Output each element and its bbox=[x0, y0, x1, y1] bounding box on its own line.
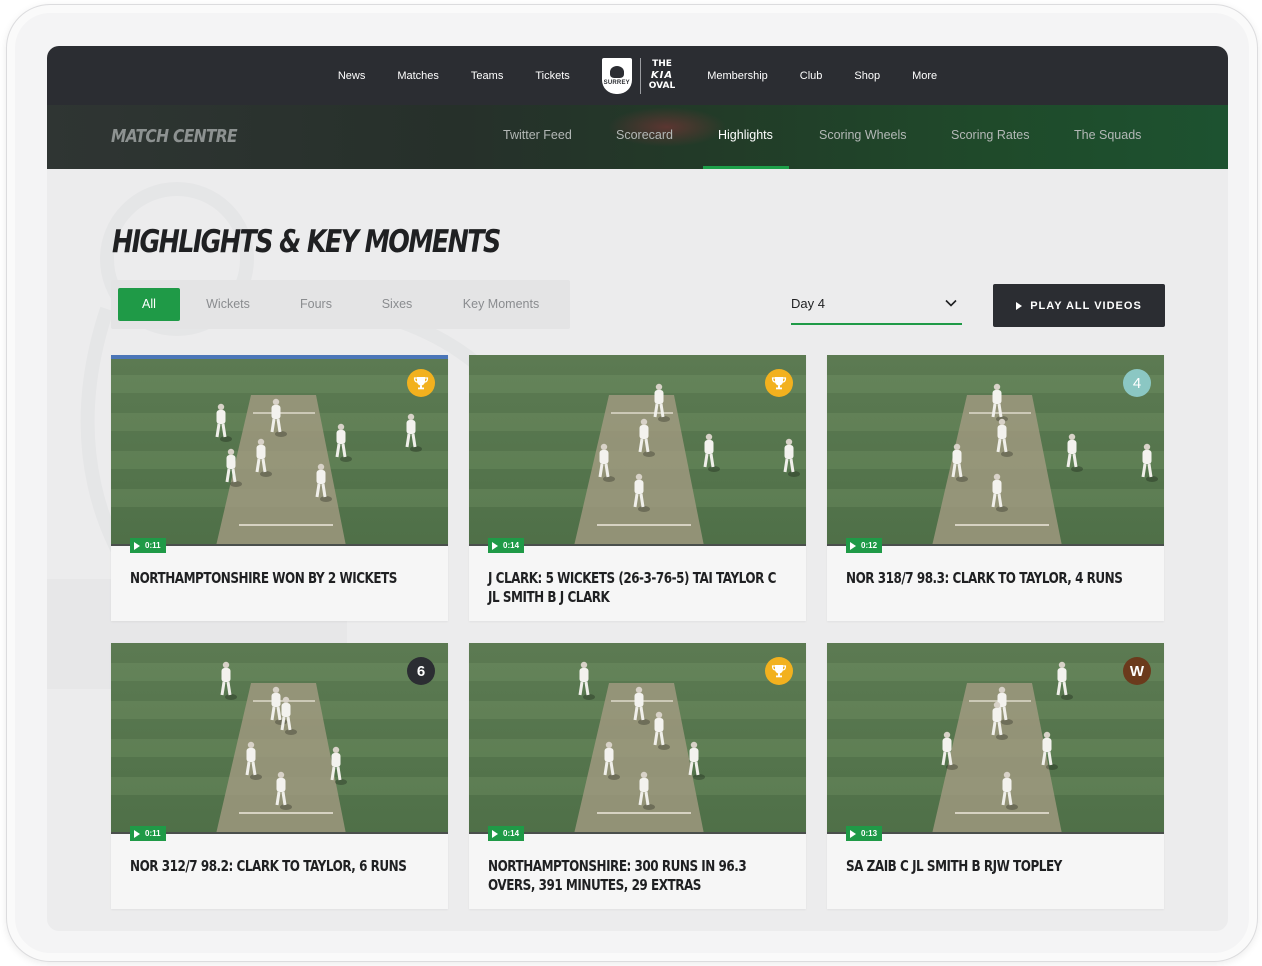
filter-wickets[interactable]: Wickets bbox=[193, 288, 263, 321]
duration-text: 0:11 bbox=[145, 829, 161, 838]
trophy-badge-icon bbox=[765, 657, 793, 685]
trophy-badge-icon bbox=[407, 369, 435, 397]
video-thumbnail[interactable] bbox=[469, 643, 806, 834]
play-icon bbox=[850, 541, 856, 550]
video-card[interactable]: 0:14 NORTHAMPTONSHIRE: 300 RUNS IN 96.3 O… bbox=[469, 643, 806, 909]
video-card[interactable]: 0:14 J CLARK: 5 WICKETS (26-3-76-5) TAI T… bbox=[469, 355, 806, 621]
video-title[interactable]: NORTHAMPTONSHIRE WON BY 2 WICKETS bbox=[130, 569, 426, 588]
video-title[interactable]: SA ZAIB C JL SMITH B RJW TOPLEY bbox=[846, 857, 1142, 876]
nav-matches[interactable]: Matches bbox=[397, 70, 439, 82]
duration-text: 0:11 bbox=[145, 541, 161, 550]
tab-scoring-wheels[interactable]: Scoring Wheels bbox=[819, 128, 907, 142]
video-card[interactable]: 4 0:12 NOR 318/7 98.3: CLARK TO TAYLOR, 4 … bbox=[827, 355, 1164, 621]
tab-the-squads[interactable]: The Squads bbox=[1074, 128, 1141, 142]
video-title[interactable]: NOR 312/7 98.2: CLARK TO TAYLOR, 6 RUNS bbox=[130, 857, 426, 876]
match-centre-title: MATCH CENTRE bbox=[111, 126, 238, 147]
screen: News Matches Teams Tickets SURREY THE KI… bbox=[47, 46, 1228, 931]
tab-scorecard[interactable]: Scorecard bbox=[616, 128, 673, 142]
video-card[interactable]: 6 0:11 NOR 312/7 98.2: CLARK TO TAYLOR, 6 … bbox=[111, 643, 448, 909]
video-duration: 0:12 bbox=[846, 538, 883, 553]
video-title[interactable]: NOR 318/7 98.3: CLARK TO TAYLOR, 4 RUNS bbox=[846, 569, 1142, 588]
nav-more[interactable]: More bbox=[912, 70, 937, 82]
video-card[interactable]: W 0:13 SA ZAIB C JL SMITH B RJW TOPLEY bbox=[827, 643, 1164, 909]
play-all-videos-button[interactable]: PLAY ALL VIDEOS bbox=[993, 284, 1165, 327]
video-thumbnail[interactable] bbox=[827, 355, 1164, 546]
crest-text: SURREY bbox=[603, 79, 630, 86]
video-thumbnail[interactable] bbox=[469, 355, 806, 546]
video-duration: 0:14 bbox=[488, 826, 525, 841]
duration-text: 0:14 bbox=[503, 829, 520, 838]
video-duration: 0:11 bbox=[130, 826, 166, 841]
surrey-crest-logo: SURREY bbox=[601, 57, 632, 94]
four-runs-badge: 4 bbox=[1123, 369, 1151, 397]
nav-shop[interactable]: Shop bbox=[854, 70, 880, 82]
play-all-label: PLAY ALL VIDEOS bbox=[1030, 299, 1142, 312]
day-select[interactable]: Day 4 bbox=[791, 287, 962, 325]
top-navigation: News Matches Teams Tickets SURREY THE KI… bbox=[47, 46, 1228, 105]
active-tab-indicator bbox=[703, 166, 789, 169]
prince-of-wales-feathers-icon bbox=[609, 65, 624, 78]
video-title[interactable]: J CLARK: 5 WICKETS (26-3-76-5) TAI TAYLO… bbox=[488, 569, 784, 607]
duration-text: 0:14 bbox=[503, 541, 520, 550]
play-icon bbox=[1016, 301, 1023, 310]
video-duration: 0:13 bbox=[846, 826, 883, 841]
video-thumbnail[interactable] bbox=[827, 643, 1164, 834]
filter-fours[interactable]: Fours bbox=[285, 288, 347, 321]
video-card[interactable]: 0:11 NORTHAMPTONSHIRE WON BY 2 WICKETS bbox=[111, 355, 448, 621]
page-title: HIGHLIGHTS & KEY MOMENTS bbox=[112, 224, 501, 260]
play-icon bbox=[850, 829, 856, 838]
video-duration: 0:14 bbox=[488, 538, 525, 553]
nav-news[interactable]: News bbox=[338, 70, 366, 82]
play-icon bbox=[492, 541, 498, 550]
video-duration: 0:11 bbox=[130, 538, 166, 553]
site-logo[interactable]: SURREY THE KIA OVAL bbox=[601, 57, 675, 94]
filter-all[interactable]: All bbox=[118, 288, 180, 321]
duration-text: 0:13 bbox=[861, 829, 878, 838]
logo-line-oval: OVAL bbox=[648, 81, 676, 91]
video-thumbnail[interactable] bbox=[111, 643, 448, 834]
tab-highlights[interactable]: Highlights bbox=[718, 128, 773, 142]
play-icon bbox=[134, 829, 140, 838]
nav-tickets[interactable]: Tickets bbox=[535, 70, 569, 82]
day-select-value: Day 4 bbox=[791, 296, 825, 311]
tab-scoring-rates[interactable]: Scoring Rates bbox=[951, 128, 1030, 142]
video-thumbnail[interactable] bbox=[111, 355, 448, 546]
play-icon bbox=[134, 541, 140, 550]
nav-membership[interactable]: Membership bbox=[707, 70, 768, 82]
match-centre-bar: MATCH CENTRE Twitter Feed Scorecard High… bbox=[47, 105, 1228, 169]
six-runs-badge: 6 bbox=[407, 657, 435, 685]
tablet-frame: News Matches Teams Tickets SURREY THE KI… bbox=[6, 4, 1258, 962]
trophy-badge-icon bbox=[765, 369, 793, 397]
kia-oval-logo: THE KIA OVAL bbox=[649, 59, 675, 92]
filter-key-moments[interactable]: Key Moments bbox=[447, 288, 555, 321]
tab-twitter-feed[interactable]: Twitter Feed bbox=[503, 128, 572, 142]
filter-tabs: All Wickets Fours Sixes Key Moments bbox=[111, 280, 570, 329]
video-title[interactable]: NORTHAMPTONSHIRE: 300 RUNS IN 96.3 OVERS… bbox=[488, 857, 784, 895]
logo-divider bbox=[639, 57, 641, 94]
duration-text: 0:12 bbox=[861, 541, 878, 550]
logo-line-kia: KIA bbox=[650, 70, 674, 81]
play-icon bbox=[492, 829, 498, 838]
nav-teams[interactable]: Teams bbox=[471, 70, 503, 82]
nav-club[interactable]: Club bbox=[800, 70, 823, 82]
wicket-badge: W bbox=[1123, 657, 1151, 685]
logo-line-the: THE bbox=[652, 59, 672, 69]
chevron-down-icon bbox=[945, 299, 957, 307]
filter-sixes[interactable]: Sixes bbox=[369, 288, 425, 321]
